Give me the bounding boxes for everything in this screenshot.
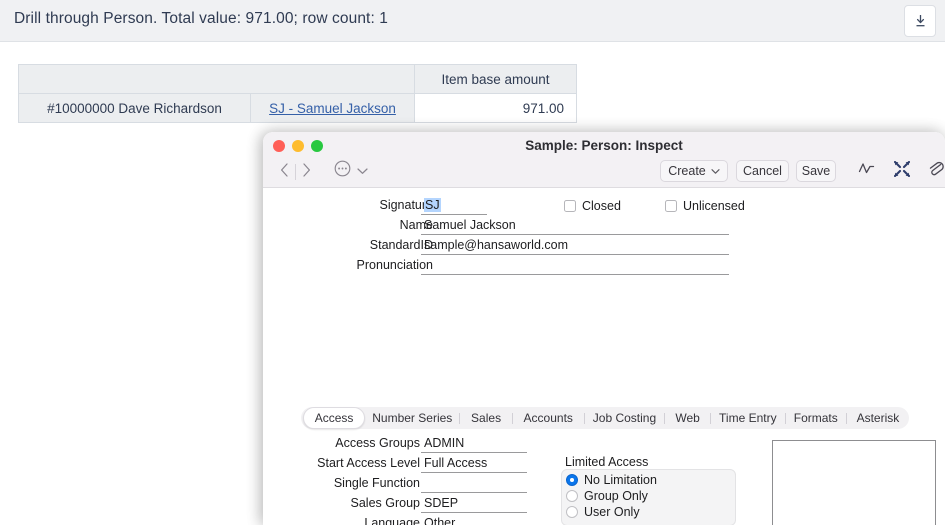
checkbox-closed-label: Closed — [582, 199, 621, 213]
start-access-level-input[interactable]: Full Access — [421, 456, 527, 473]
table-row: #10000000 Dave Richardson SJ - Samuel Ja… — [19, 94, 577, 123]
field-standardid: StandardID — [303, 238, 433, 256]
single-function-input[interactable] — [421, 476, 527, 493]
radio-group-only-label: Group Only — [584, 489, 648, 503]
tab-sales[interactable]: Sales — [460, 407, 511, 429]
radio-user-only[interactable]: User Only — [566, 505, 640, 519]
chevron-down-icon — [357, 162, 368, 180]
field-label-start-access-level: Start Access Level — [317, 456, 420, 470]
download-icon — [914, 14, 927, 28]
sales-group-value: SDEP — [424, 496, 458, 510]
radio-user-only-button[interactable] — [566, 506, 578, 518]
radio-user-only-label: User Only — [584, 505, 640, 519]
activity-button[interactable] — [855, 160, 877, 182]
tab-access[interactable]: Access — [303, 407, 365, 429]
checkbox-unlicensed-label: Unlicensed — [683, 199, 745, 213]
field-signature: Signature — [303, 198, 433, 216]
field-label-access-groups: Access Groups — [335, 436, 420, 450]
table-header-blank — [19, 65, 415, 94]
field-pronunciation: Pronunciation — [303, 258, 433, 276]
chevron-right-icon — [302, 163, 311, 182]
field-label-sales-group: Sales Group — [351, 496, 420, 510]
field-single-function: Single Function — [283, 476, 420, 494]
actions-menu-button[interactable] — [331, 160, 353, 182]
cell-person-name: #10000000 Dave Richardson — [19, 94, 251, 123]
pronunciation-input[interactable] — [421, 258, 729, 275]
tab-asterisk[interactable]: Asterisk — [847, 407, 909, 429]
cell-item-base-amount: 971.00 — [415, 94, 577, 123]
person-drill-link[interactable]: SJ - Samuel Jackson — [269, 101, 396, 116]
chevron-left-icon — [280, 163, 289, 182]
name-input[interactable]: Samuel Jackson — [421, 218, 729, 235]
radio-group-only[interactable]: Group Only — [566, 489, 648, 503]
person-inspect-window: Sample: Person: Inspect — [263, 132, 945, 525]
picture-placeholder[interactable] — [772, 440, 936, 525]
window-toolbar: Create Cancel Save — [263, 158, 945, 188]
radio-no-limitation-label: No Limitation — [584, 473, 657, 487]
language-input[interactable]: Other — [421, 516, 527, 525]
access-groups-input[interactable]: ADMIN — [421, 436, 527, 453]
field-label-language: Language — [364, 516, 420, 525]
tab-job-costing[interactable]: Job Costing — [585, 407, 665, 429]
tab-formats[interactable]: Formats — [786, 407, 846, 429]
field-language: Language — [283, 516, 420, 525]
radio-no-limitation[interactable]: No Limitation — [566, 473, 657, 487]
actions-menu-chevron[interactable] — [355, 160, 369, 182]
access-groups-value: ADMIN — [424, 436, 464, 450]
expand-button[interactable] — [891, 160, 913, 182]
tab-time-entry[interactable]: Time Entry — [711, 407, 785, 429]
activity-line-icon — [858, 161, 875, 181]
chevron-down-icon — [711, 164, 720, 178]
checkbox-closed[interactable]: Closed — [564, 199, 621, 213]
signature-value: SJ — [424, 198, 441, 212]
cell-person-link[interactable]: SJ - Samuel Jackson — [251, 94, 415, 123]
standardid-value: sample@hansaworld.com — [424, 238, 568, 252]
field-name: Name — [303, 218, 433, 236]
cancel-button[interactable]: Cancel — [736, 160, 789, 182]
window-body: Signature SJ Name Samuel Jackson Standar… — [263, 188, 945, 525]
attachments-button[interactable] — [925, 160, 945, 182]
tab-strip: Access Number Series Sales Accounts Job … — [301, 407, 909, 429]
tab-accounts[interactable]: Accounts — [513, 407, 584, 429]
table-header-item-base-amount: Item base amount — [415, 65, 577, 94]
save-button[interactable]: Save — [796, 160, 836, 182]
checkbox-closed-box[interactable] — [564, 200, 576, 212]
language-value: Other — [424, 516, 455, 525]
export-download-button[interactable] — [904, 5, 936, 37]
window-title: Sample: Person: Inspect — [263, 138, 945, 153]
field-label-single-function: Single Function — [334, 476, 420, 490]
paperclip-icon — [928, 160, 944, 182]
expand-arrows-icon — [894, 161, 910, 182]
create-button-label: Create — [668, 164, 706, 178]
ellipsis-circle-icon — [334, 160, 351, 182]
signature-input[interactable]: SJ — [421, 198, 487, 215]
field-start-access-level: Start Access Level — [283, 456, 420, 474]
field-access-groups: Access Groups — [283, 436, 420, 454]
limited-access-title: Limited Access — [565, 455, 648, 469]
start-access-level-value: Full Access — [424, 456, 487, 470]
table-header-row: Item base amount — [19, 65, 577, 94]
name-value: Samuel Jackson — [424, 218, 516, 232]
field-sales-group: Sales Group — [283, 496, 420, 514]
nav-forward-button[interactable] — [296, 158, 316, 186]
drill-through-table: Item base amount #10000000 Dave Richards… — [18, 64, 577, 123]
page-title: Drill through Person. Total value: 971.0… — [14, 10, 388, 28]
checkbox-unlicensed[interactable]: Unlicensed — [665, 199, 745, 213]
create-button[interactable]: Create — [660, 160, 728, 182]
screen: Drill through Person. Total value: 971.0… — [0, 0, 945, 525]
radio-group-only-button[interactable] — [566, 490, 578, 502]
tab-web[interactable]: Web — [665, 407, 710, 429]
nav-back-button[interactable] — [274, 158, 294, 186]
tab-number-series[interactable]: Number Series — [365, 407, 459, 429]
checkbox-unlicensed-box[interactable] — [665, 200, 677, 212]
standardid-input[interactable]: sample@hansaworld.com — [421, 238, 729, 255]
sales-group-input[interactable]: SDEP — [421, 496, 527, 513]
window-titlebar: Sample: Person: Inspect — [263, 132, 945, 188]
radio-no-limitation-button[interactable] — [566, 474, 578, 486]
